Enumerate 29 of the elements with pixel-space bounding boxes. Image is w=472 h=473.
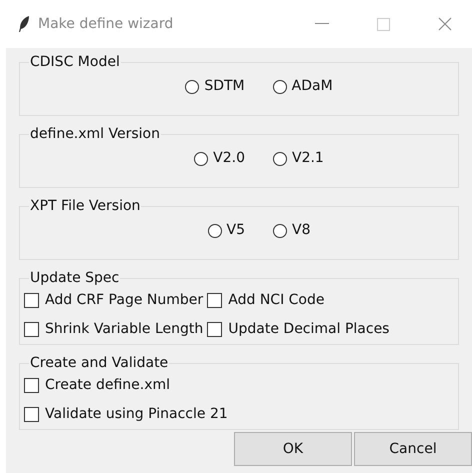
checkbox[interactable] [24,407,39,422]
checkbox-option[interactable]: Validate using Pinaccle 21 [24,404,454,425]
dialog-button[interactable]: OK [234,432,352,466]
checkbox-option[interactable]: Create define.xml [24,375,454,396]
close-icon[interactable] [438,17,452,31]
minimize-icon[interactable] [315,23,329,25]
checkbox-option[interactable]: Shrink Variable Length [24,319,204,340]
checkbox-option[interactable]: Add CRF Page Number [24,290,204,311]
group-title: Create and Validate [29,355,170,371]
checkbox[interactable] [207,293,222,308]
checkbox[interactable] [24,293,39,308]
group-title: CDISC Model [29,54,121,70]
group-title: define.xml Version [29,126,161,142]
radio-option[interactable]: ADaM [272,76,333,97]
radio-option[interactable]: V5 [208,220,245,241]
checkbox[interactable] [24,322,39,337]
feather-icon [18,15,30,33]
checkbox-option[interactable]: Add NCI Code [207,290,390,311]
group-title: Update Spec [29,270,120,286]
group-title: XPT File Version [29,198,142,214]
radio-option[interactable]: SDTM [185,76,245,97]
checkbox[interactable] [24,378,39,393]
dialog-button[interactable]: Cancel [354,432,472,466]
window-title: Make define wizard [38,14,174,34]
radio-option[interactable]: V8 [273,220,310,241]
radio-option[interactable]: V2.1 [273,148,324,169]
checkbox-option[interactable]: Update Decimal Places [207,319,390,340]
radio-option[interactable]: V2.0 [194,148,245,169]
checkbox[interactable] [207,322,222,337]
